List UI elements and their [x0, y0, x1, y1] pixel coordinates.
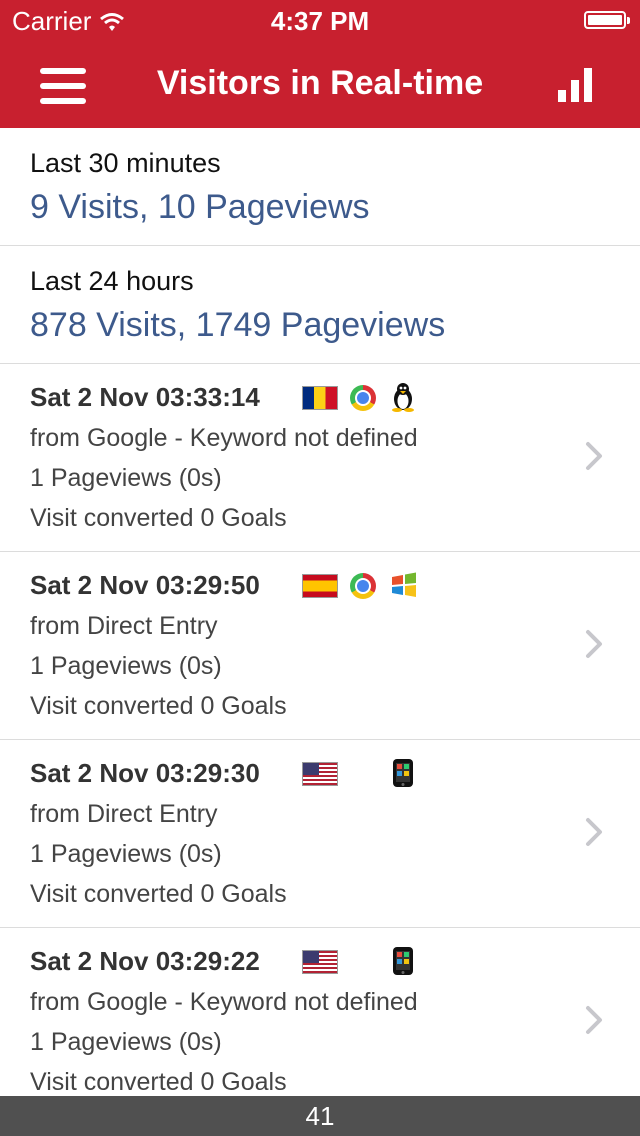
windows-icon [392, 572, 416, 597]
summary-last-24-hours: Last 24 hours 878 Visits, 1749 Pageviews [0, 246, 640, 364]
stats-button[interactable] [558, 66, 592, 102]
linux-icon [392, 383, 414, 412]
chevron-right-icon [586, 630, 602, 658]
visitor-list[interactable]: Last 30 minutes 9 Visits, 10 Pageviews L… [0, 128, 640, 1096]
visit-pageviews: 1 Pageviews (0s) [30, 464, 222, 492]
visit-row[interactable]: Sat 2 Nov 03:29:30 from Direct Entry 1 P… [0, 740, 640, 928]
chevron-right-icon [586, 818, 602, 846]
visit-time: Sat 2 Nov 03:29:30 [30, 758, 260, 788]
status-time: 4:37 PM [270, 6, 370, 36]
bar-chart-icon [558, 90, 566, 102]
page-title: Visitors in Real-time [156, 64, 484, 102]
visitor-count-footer: 41 [0, 1096, 640, 1136]
visit-time: Sat 2 Nov 03:29:22 [30, 946, 260, 976]
summary-label: Last 24 hours [30, 266, 194, 296]
visitor-count: 41 [305, 1101, 335, 1131]
summary-value: 9 Visits, 10 Pageviews [30, 188, 370, 226]
battery-icon [584, 11, 630, 29]
usa-flag-icon [302, 762, 338, 786]
status-bar: Carrier 4:37 PM [0, 0, 640, 40]
spain-flag-icon [302, 574, 338, 598]
visit-source: from Google - Keyword not defined [30, 988, 418, 1016]
visit-source: from Direct Entry [30, 612, 218, 640]
summary-last-30-minutes: Last 30 minutes 9 Visits, 10 Pageviews [0, 128, 640, 246]
visit-goals: Visit converted 0 Goals [30, 504, 287, 532]
visit-row[interactable]: Sat 2 Nov 03:29:50 from Direct Entry 1 P… [0, 552, 640, 740]
visit-time: Sat 2 Nov 03:33:14 [30, 382, 260, 412]
visit-pageviews: 1 Pageviews (0s) [30, 1028, 222, 1056]
bar-chart-icon [584, 68, 592, 102]
navigation-bar: Visitors in Real-time [0, 40, 640, 128]
summary-value: 878 Visits, 1749 Pageviews [30, 306, 446, 344]
visit-source: from Google - Keyword not defined [30, 424, 418, 452]
visit-pageviews: 1 Pageviews (0s) [30, 652, 222, 680]
chrome-icon [350, 385, 376, 411]
visit-time: Sat 2 Nov 03:29:50 [30, 570, 260, 600]
visit-row[interactable]: Sat 2 Nov 03:33:14 from Google - Keyword… [0, 364, 640, 552]
summary-label: Last 30 minutes [30, 148, 221, 178]
romania-flag-icon [302, 386, 338, 410]
visit-goals: Visit converted 0 Goals [30, 880, 287, 908]
chrome-icon [350, 573, 376, 599]
visit-source: from Direct Entry [30, 800, 218, 828]
chevron-right-icon [586, 442, 602, 470]
visit-goals: Visit converted 0 Goals [30, 1068, 287, 1096]
visit-goals: Visit converted 0 Goals [30, 692, 287, 720]
ios-device-icon [393, 759, 413, 787]
visit-pageviews: 1 Pageviews (0s) [30, 840, 222, 868]
app-header: Carrier 4:37 PM Visitors in Real-time [0, 0, 640, 128]
usa-flag-icon [302, 950, 338, 974]
bar-chart-icon [571, 80, 579, 102]
visit-row[interactable]: Sat 2 Nov 03:29:22 from Google - Keyword… [0, 928, 640, 1096]
chevron-right-icon [586, 1006, 602, 1034]
ios-device-icon [393, 947, 413, 975]
